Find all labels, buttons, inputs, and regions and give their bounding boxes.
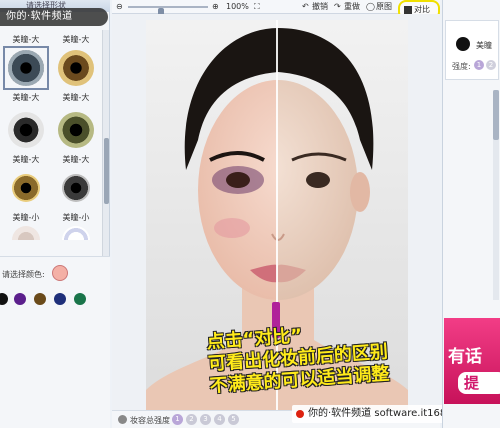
lens-label: 美瞳-大 bbox=[12, 155, 40, 164]
lens-label: 美瞳-小 bbox=[12, 213, 40, 222]
lens-label: 美瞳-大 bbox=[12, 35, 40, 44]
lens-gold-icon bbox=[58, 50, 94, 86]
strength-level-3[interactable]: 3 bbox=[200, 414, 211, 425]
right-scroll-thumb[interactable] bbox=[493, 90, 499, 140]
watermark-badge: 你的·软件频道 bbox=[0, 8, 108, 26]
tip-caption: 点击“对比” 可看出化妆前后的区别 不满意的可以适当调整 bbox=[206, 317, 408, 397]
redo-button[interactable]: 重做 bbox=[344, 2, 360, 12]
lens-item[interactable]: 美瞳-大 bbox=[2, 28, 50, 46]
lens-amber-icon bbox=[12, 174, 40, 202]
ad-text: 有话 bbox=[448, 347, 482, 367]
strength-level-4[interactable]: 4 bbox=[214, 414, 225, 425]
lens-grid: 美瞳-大 美瞳-大 美瞳-大 美瞳-大 美瞳-大 美瞳-大 美瞳-小 美瞳-小 bbox=[2, 28, 102, 240]
lens-olive-icon bbox=[58, 112, 94, 148]
fit-screen-icon[interactable]: ⛶ bbox=[254, 2, 260, 12]
lens-dark-icon bbox=[8, 50, 44, 86]
original-button[interactable]: 原图 bbox=[376, 2, 392, 12]
applied-item-card[interactable]: 美瞳 强度: 1 2 bbox=[445, 20, 499, 80]
lens-label: 美瞳-小 bbox=[62, 213, 90, 222]
zoom-slider[interactable] bbox=[128, 6, 208, 18]
lens-label: 美瞳-大 bbox=[62, 155, 90, 164]
color-swatch-green[interactable] bbox=[74, 293, 86, 305]
lens-item[interactable]: 美瞳-大 bbox=[2, 108, 50, 174]
color-swatch-black[interactable] bbox=[0, 293, 8, 305]
color-label: 请选择颜色: bbox=[2, 270, 45, 279]
toolbar: ⊖ ⊕ 100% ⛶ ↶ 撤销 ↷ 重做 ◯ 原图 对比 bbox=[112, 0, 440, 20]
makeup-strength-label: 妆容总强度 bbox=[130, 416, 170, 425]
zoom-percent: 100% bbox=[226, 2, 249, 11]
lens-grey-icon bbox=[8, 112, 44, 148]
color-swatch-brown[interactable] bbox=[34, 293, 46, 305]
lens-scrollbar[interactable] bbox=[102, 30, 109, 256]
color-picker: 请选择颜色: bbox=[0, 256, 110, 428]
lens-item[interactable]: 美瞳-大 bbox=[52, 108, 100, 174]
item-strength-1[interactable]: 1 bbox=[474, 60, 484, 70]
ad-banner[interactable]: 有话 提 bbox=[444, 318, 500, 404]
current-color-swatch[interactable] bbox=[52, 265, 68, 281]
color-swatch-blue[interactable] bbox=[54, 293, 66, 305]
undo-button[interactable]: 撤销 bbox=[312, 2, 328, 12]
lens-light-icon bbox=[12, 226, 40, 240]
lens-scroll-thumb[interactable] bbox=[104, 138, 109, 204]
strength-level-2[interactable]: 2 bbox=[186, 414, 197, 425]
lens-item[interactable] bbox=[52, 226, 100, 240]
portrait-photo[interactable]: 点击“对比” 可看出化妆前后的区别 不满意的可以适当调整 bbox=[146, 20, 408, 414]
undo-icon[interactable]: ↶ bbox=[302, 2, 309, 12]
compare-icon bbox=[404, 6, 412, 14]
color-swatch-purple[interactable] bbox=[14, 293, 26, 305]
lens-label: 美瞳-大 bbox=[62, 93, 90, 102]
ad-button[interactable]: 提 bbox=[458, 372, 500, 394]
right-scrollbar[interactable] bbox=[493, 90, 499, 300]
original-radio-icon[interactable]: ◯ bbox=[366, 2, 375, 12]
lens-item[interactable] bbox=[2, 226, 50, 240]
lens-label: 美瞳-大 bbox=[12, 93, 40, 102]
makeup-strength-icon bbox=[118, 415, 127, 424]
lens-item[interactable]: 美瞳-大 bbox=[52, 46, 100, 112]
applied-color-swatch bbox=[456, 37, 470, 51]
watermark-logo-icon bbox=[296, 410, 304, 418]
lens-item-selected[interactable]: 美瞳-大 bbox=[2, 46, 50, 112]
item-strength-2[interactable]: 2 bbox=[486, 60, 496, 70]
editor-canvas[interactable]: 点击“对比” 可看出化妆前后的区别 不满意的可以适当调整 bbox=[112, 14, 440, 414]
strength-level-1[interactable]: 1 bbox=[172, 414, 183, 425]
zoom-out-icon[interactable]: ⊖ bbox=[116, 2, 123, 12]
zoom-in-icon[interactable]: ⊕ bbox=[212, 2, 219, 12]
applied-item-label: 美瞳 bbox=[476, 41, 492, 50]
lens-lavender-icon bbox=[62, 226, 90, 240]
redo-icon[interactable]: ↷ bbox=[334, 2, 341, 12]
item-strength-label: 强度: bbox=[452, 62, 471, 71]
strength-level-5[interactable]: 5 bbox=[228, 414, 239, 425]
shape-panel: 请选择形状 你的·软件频道 美瞳-大 美瞳-大 美瞳-大 美瞳-大 美瞳-大 美… bbox=[0, 0, 110, 428]
lens-silver-icon bbox=[62, 174, 90, 202]
lens-item[interactable]: 美瞳-大 bbox=[52, 28, 100, 46]
compare-label: 对比 bbox=[414, 5, 430, 14]
lens-label: 美瞳-大 bbox=[62, 35, 90, 44]
